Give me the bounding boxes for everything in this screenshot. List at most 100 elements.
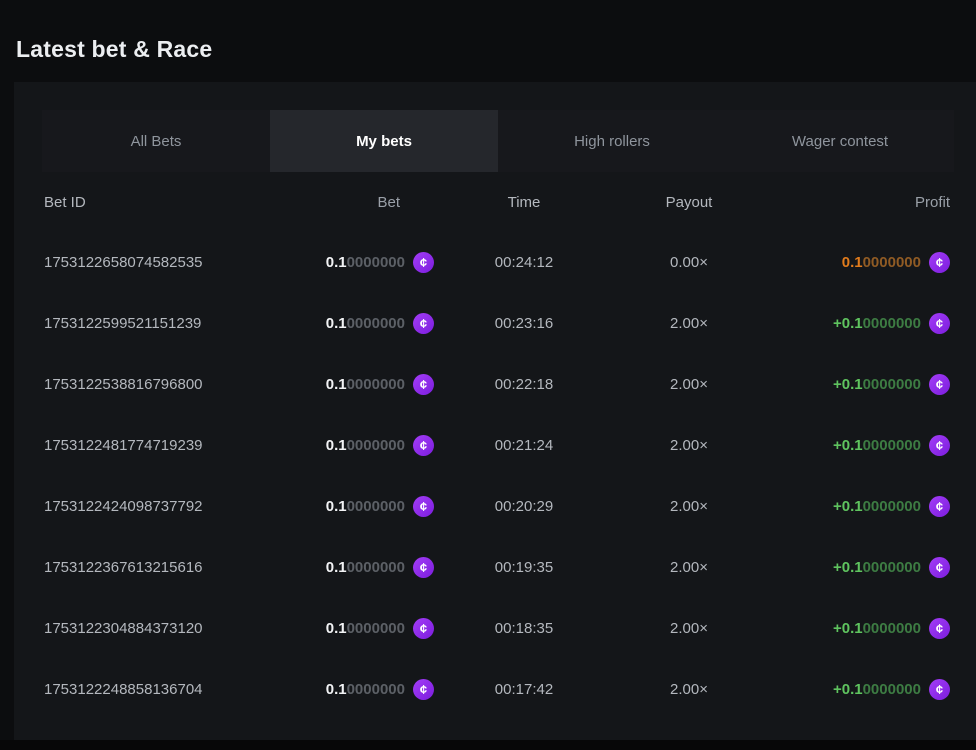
bet-amount: 0.10000000	[326, 620, 405, 637]
coin-icon: ¢	[413, 313, 434, 334]
coin-icon: ¢	[413, 496, 434, 517]
bets-panel: All Bets My bets High rollers Wager cont…	[14, 82, 976, 750]
header-payout: Payout	[614, 194, 764, 211]
bet-id: 1753122367613215616	[44, 559, 274, 576]
bet-id: 1753122538816796800	[44, 376, 274, 393]
tab-all-bets[interactable]: All Bets	[42, 110, 270, 172]
table-row[interactable]: 1753122367613215616 0.10000000 ¢ 00:19:35…	[14, 537, 976, 598]
table-row[interactable]: 1753122538816796800 0.10000000 ¢ 00:22:18…	[14, 354, 976, 415]
table-header-row: Bet ID Bet Time Payout Profit	[14, 172, 976, 232]
bet-cell: 0.10000000 ¢	[274, 496, 434, 517]
bottom-edge	[0, 740, 976, 750]
profit-cell: +0.10000000 ¢	[764, 313, 950, 334]
profit-amount: +0.10000000	[833, 681, 921, 698]
bet-amount: 0.10000000	[326, 559, 405, 576]
coin-icon: ¢	[929, 374, 950, 395]
coin-icon: ¢	[413, 252, 434, 273]
bet-cell: 0.10000000 ¢	[274, 252, 434, 273]
profit-cell: +0.10000000 ¢	[764, 618, 950, 639]
bet-time: 00:18:35	[434, 620, 614, 637]
coin-icon: ¢	[929, 679, 950, 700]
tab-label: Wager contest	[792, 133, 888, 150]
table-row[interactable]: 1753122658074582535 0.10000000 ¢ 00:24:12…	[14, 232, 976, 293]
profit-amount: +0.10000000	[833, 498, 921, 515]
profit-cell: 0.10000000 ¢	[764, 252, 950, 273]
tab-label: All Bets	[131, 133, 182, 150]
bet-payout: 2.00×	[614, 498, 764, 515]
profit-amount: +0.10000000	[833, 315, 921, 332]
profit-amount: +0.10000000	[833, 559, 921, 576]
table-row[interactable]: 1753122304884373120 0.10000000 ¢ 00:18:35…	[14, 598, 976, 659]
bet-amount: 0.10000000	[326, 376, 405, 393]
bet-time: 00:23:16	[434, 315, 614, 332]
tab-label: My bets	[356, 133, 412, 150]
bet-id: 1753122304884373120	[44, 620, 274, 637]
bet-cell: 0.10000000 ¢	[274, 679, 434, 700]
coin-icon: ¢	[413, 679, 434, 700]
coin-icon: ¢	[929, 618, 950, 639]
coin-icon: ¢	[929, 496, 950, 517]
bet-payout: 2.00×	[614, 437, 764, 454]
coin-icon: ¢	[413, 557, 434, 578]
bet-time: 00:17:42	[434, 681, 614, 698]
bet-payout: 2.00×	[614, 681, 764, 698]
coin-icon: ¢	[929, 252, 950, 273]
bet-amount: 0.10000000	[326, 681, 405, 698]
bet-amount: 0.10000000	[326, 254, 405, 271]
profit-cell: +0.10000000 ¢	[764, 374, 950, 395]
tab-my-bets[interactable]: My bets	[270, 110, 498, 172]
header-bet: Bet	[274, 194, 434, 211]
bet-amount: 0.10000000	[326, 437, 405, 454]
bet-id: 1753122424098737792	[44, 498, 274, 515]
bet-amount: 0.10000000	[326, 498, 405, 515]
bet-time: 00:24:12	[434, 254, 614, 271]
bet-cell: 0.10000000 ¢	[274, 557, 434, 578]
header-bet-id: Bet ID	[44, 194, 274, 211]
bet-time: 00:19:35	[434, 559, 614, 576]
profit-cell: +0.10000000 ¢	[764, 496, 950, 517]
profit-cell: +0.10000000 ¢	[764, 435, 950, 456]
bets-tabbar: All Bets My bets High rollers Wager cont…	[42, 110, 954, 172]
page-title: Latest bet & Race	[16, 36, 212, 63]
profit-cell: +0.10000000 ¢	[764, 679, 950, 700]
bet-id: 1753122599521151239	[44, 315, 274, 332]
bet-cell: 0.10000000 ¢	[274, 618, 434, 639]
profit-cell: +0.10000000 ¢	[764, 557, 950, 578]
bet-id: 1753122481774719239	[44, 437, 274, 454]
coin-icon: ¢	[929, 557, 950, 578]
table-row[interactable]: 1753122599521151239 0.10000000 ¢ 00:23:16…	[14, 293, 976, 354]
coin-icon: ¢	[929, 313, 950, 334]
bet-rows: 1753122658074582535 0.10000000 ¢ 00:24:12…	[14, 232, 976, 750]
profit-amount: +0.10000000	[833, 376, 921, 393]
bet-cell: 0.10000000 ¢	[274, 374, 434, 395]
latest-bets-screen: Latest bet & Race All Bets My bets High …	[0, 0, 976, 750]
table-row[interactable]: 1753122481774719239 0.10000000 ¢ 00:21:24…	[14, 415, 976, 476]
table-row[interactable]: 1753122248858136704 0.10000000 ¢ 00:17:42…	[14, 659, 976, 720]
tab-high-rollers[interactable]: High rollers	[498, 110, 726, 172]
bet-id: 1753122658074582535	[44, 254, 274, 271]
coin-icon: ¢	[413, 618, 434, 639]
bet-time: 00:21:24	[434, 437, 614, 454]
coin-icon: ¢	[929, 435, 950, 456]
coin-icon: ¢	[413, 374, 434, 395]
bet-id: 1753122248858136704	[44, 681, 274, 698]
bet-time: 00:22:18	[434, 376, 614, 393]
tab-wager-contest[interactable]: Wager contest	[726, 110, 954, 172]
coin-icon: ¢	[413, 435, 434, 456]
bet-payout: 2.00×	[614, 620, 764, 637]
bet-cell: 0.10000000 ¢	[274, 435, 434, 456]
tab-label: High rollers	[574, 133, 650, 150]
profit-amount: +0.10000000	[833, 437, 921, 454]
bet-cell: 0.10000000 ¢	[274, 313, 434, 334]
profit-amount: 0.10000000	[842, 254, 921, 271]
bet-payout: 2.00×	[614, 559, 764, 576]
bet-payout: 2.00×	[614, 315, 764, 332]
bet-time: 00:20:29	[434, 498, 614, 515]
profit-amount: +0.10000000	[833, 620, 921, 637]
header-time: Time	[434, 194, 614, 211]
bet-amount: 0.10000000	[326, 315, 405, 332]
bet-payout: 2.00×	[614, 376, 764, 393]
table-row[interactable]: 1753122424098737792 0.10000000 ¢ 00:20:29…	[14, 476, 976, 537]
bet-payout: 0.00×	[614, 254, 764, 271]
header-profit: Profit	[764, 194, 950, 211]
